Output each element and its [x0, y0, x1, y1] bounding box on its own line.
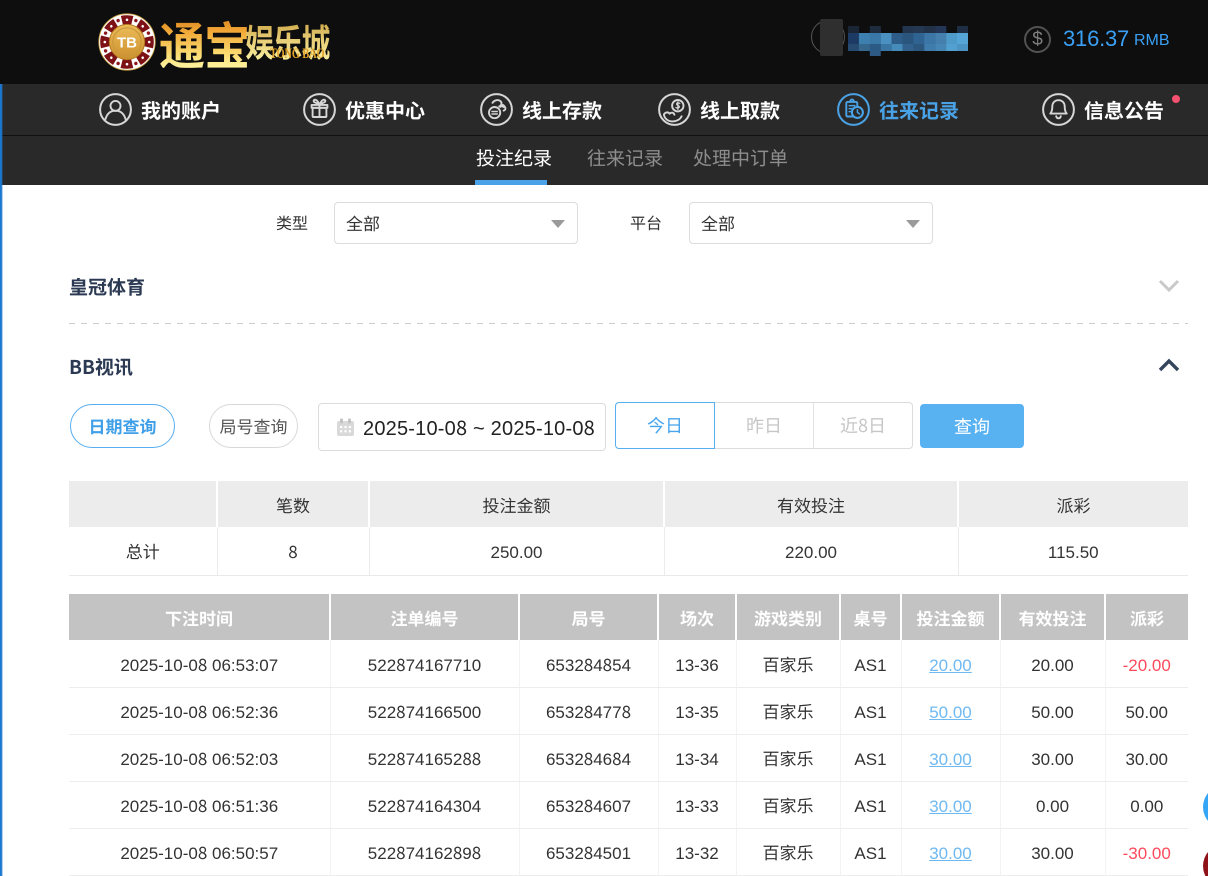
svg-text:TB: TB	[117, 35, 137, 52]
